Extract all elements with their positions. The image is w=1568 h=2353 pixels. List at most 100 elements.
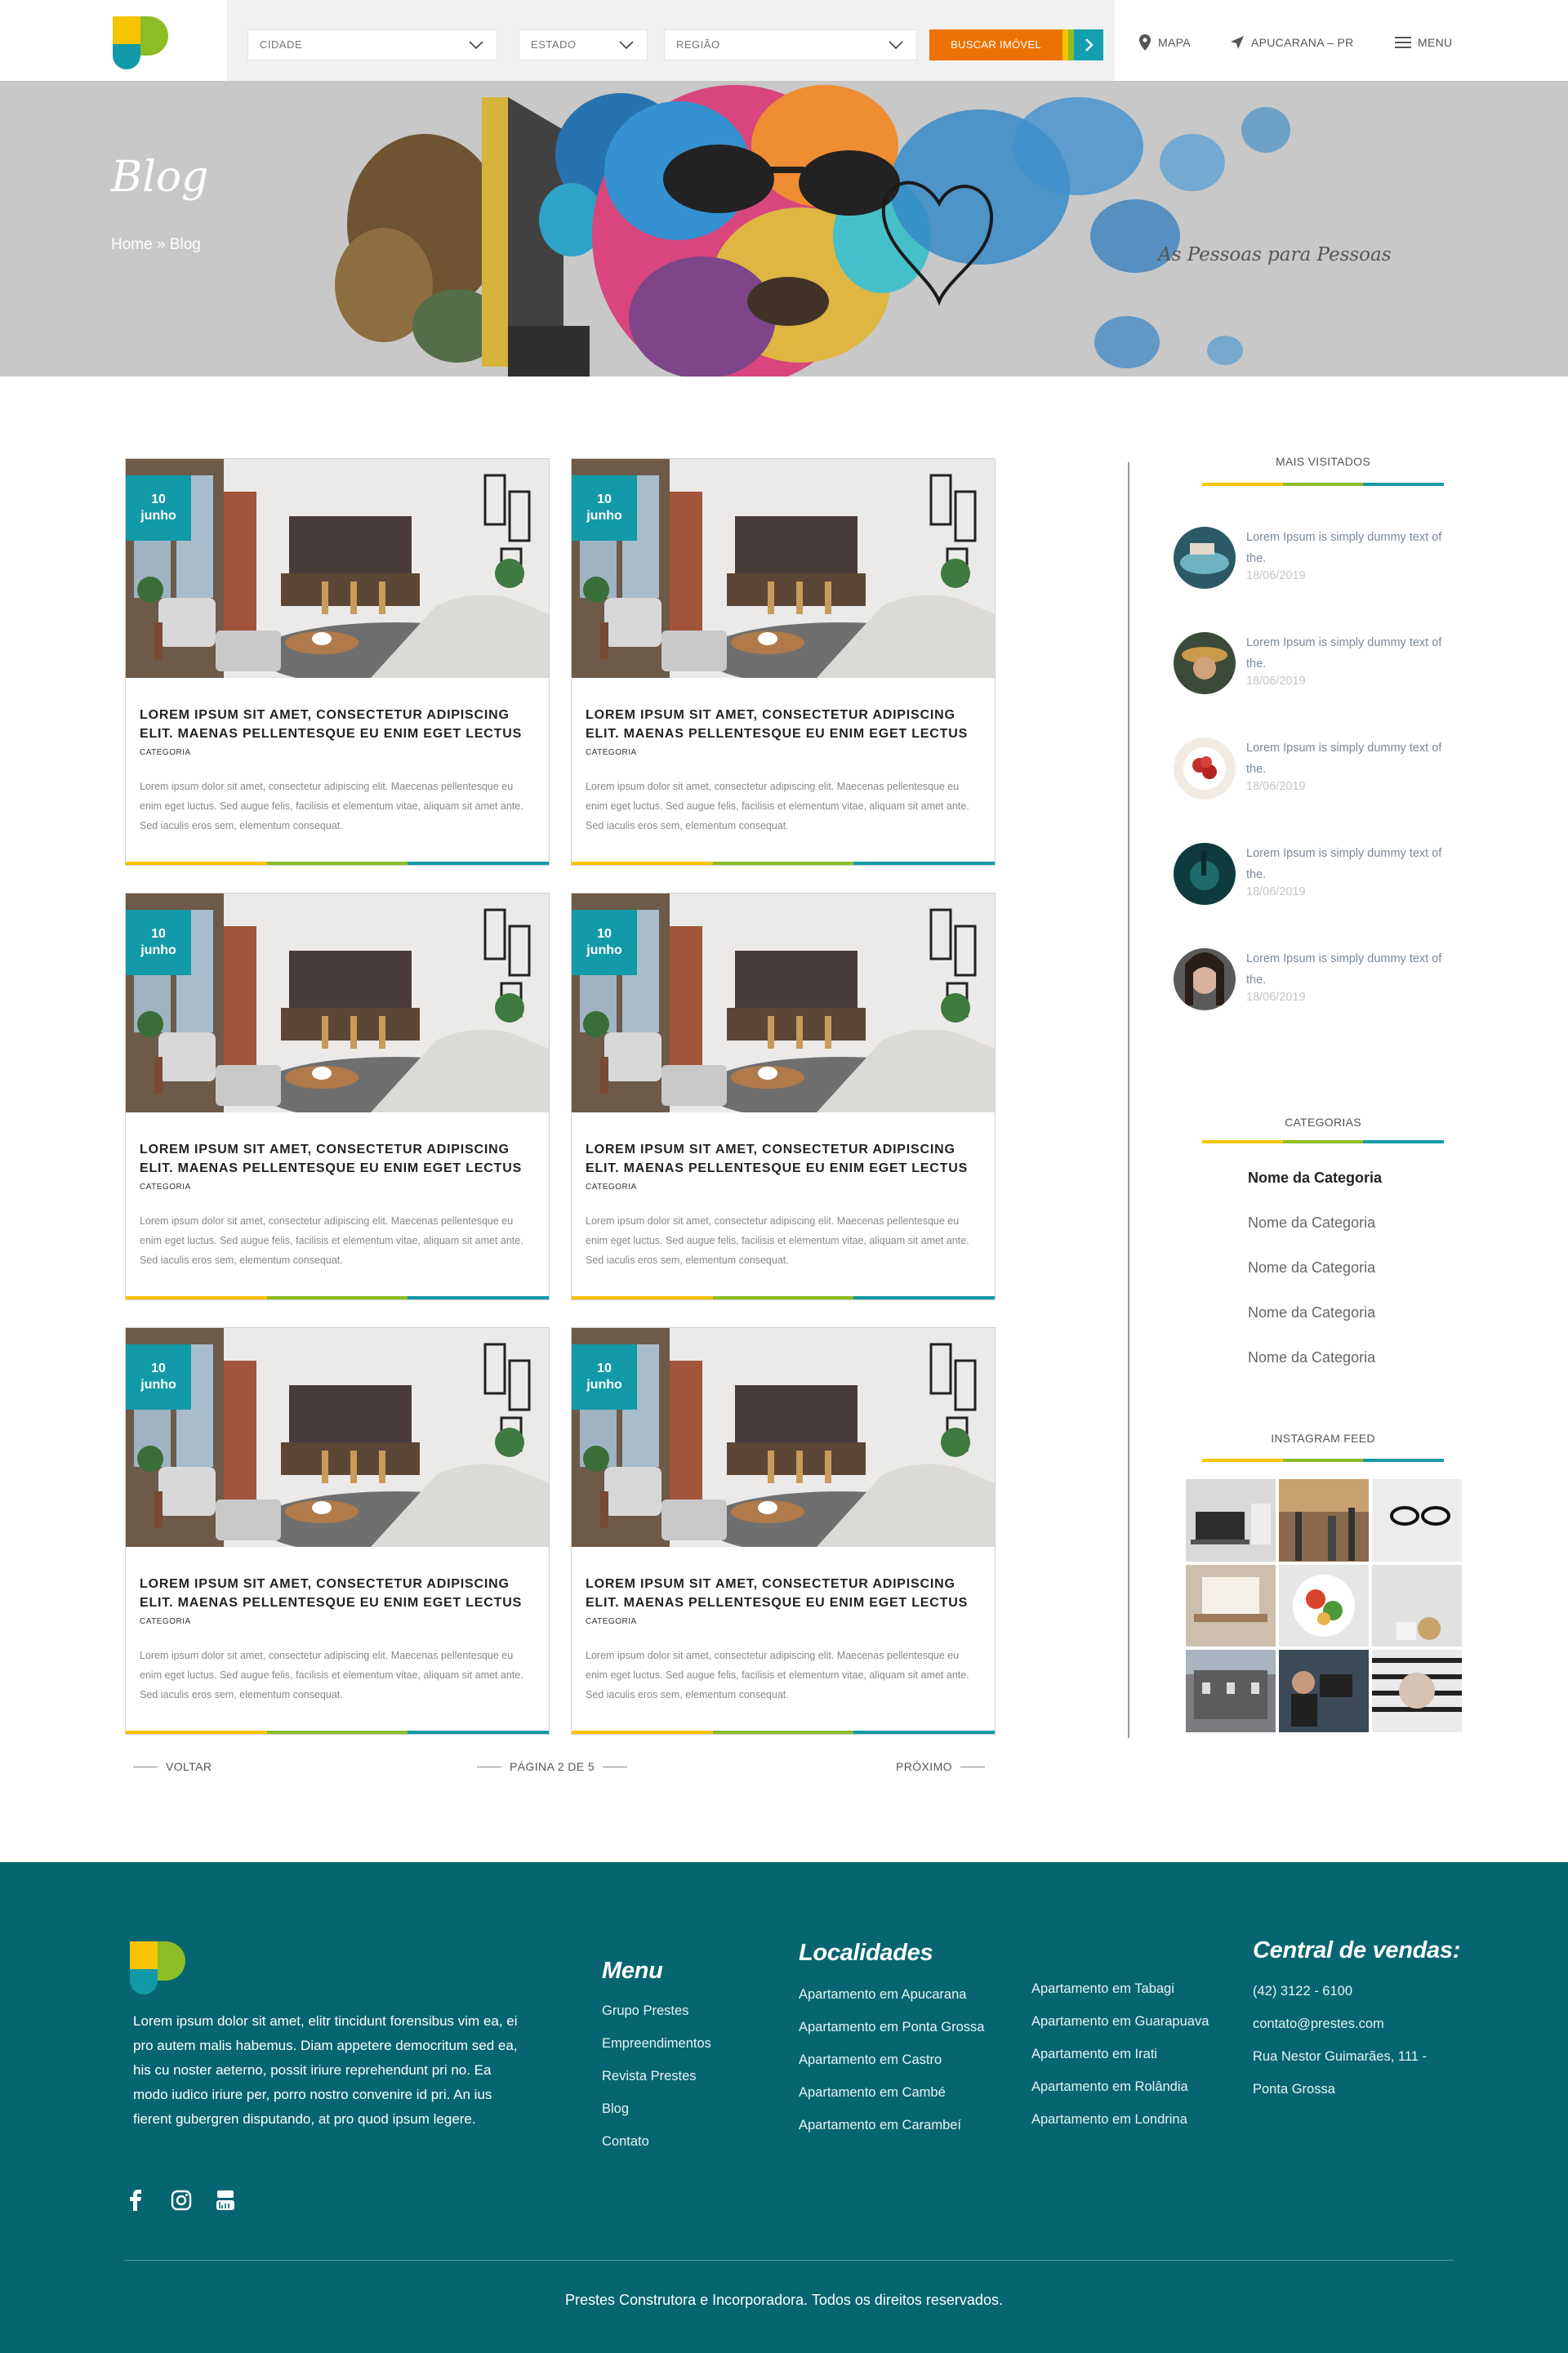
footer-localidade-link[interactable]: Apartamento em Cambé bbox=[799, 2076, 984, 2109]
chevron-down-icon bbox=[619, 41, 634, 50]
category-link[interactable]: Nome da Categoria bbox=[1248, 1349, 1375, 1366]
instagram-photo[interactable] bbox=[1186, 1564, 1276, 1647]
date-day: 10 bbox=[597, 1361, 612, 1375]
footer-menu-link[interactable]: Blog bbox=[602, 2092, 711, 2125]
blog-card[interactable]: 10 junho LOREM IPSUM SIT AMET, CONSECTET… bbox=[125, 893, 550, 1300]
youtube-icon[interactable] bbox=[214, 2189, 237, 2212]
footer-localidade-link[interactable]: Apartamento em Castro bbox=[799, 2043, 984, 2076]
popular-post[interactable]: Lorem Ipsum is simply dummy text of the.… bbox=[1174, 632, 1451, 701]
nav-mapa[interactable]: MAPA bbox=[1138, 33, 1191, 52]
popular-post-title[interactable]: Lorem Ipsum is simply dummy text of the. bbox=[1246, 632, 1442, 675]
nav-menu[interactable]: MENU bbox=[1395, 33, 1452, 52]
footer-localidade-link[interactable]: Apartamento em Rolândia bbox=[1031, 2070, 1209, 2103]
blog-card[interactable]: 10 junho LOREM IPSUM SIT AMET, CONSECTET… bbox=[571, 893, 996, 1300]
instagram-photo[interactable] bbox=[1372, 1479, 1462, 1562]
category-link[interactable]: Nome da Categoria bbox=[1248, 1304, 1375, 1321]
estado-select[interactable]: ESTADO bbox=[519, 29, 648, 60]
pagination-page-label: PÁGINA 2 DE 5 bbox=[510, 1760, 595, 1773]
cidade-select-label: CIDADE bbox=[260, 38, 303, 51]
card-category[interactable]: CATEGORIA bbox=[140, 1617, 191, 1626]
regiao-select[interactable]: REGIÃO bbox=[664, 29, 917, 60]
popular-post[interactable]: Lorem Ipsum is simply dummy text of the.… bbox=[1174, 738, 1451, 806]
date-month: junho bbox=[140, 1378, 176, 1392]
categories-heading-bar bbox=[1202, 1140, 1445, 1143]
footer-localidade-link[interactable]: Apartamento em Tabagi bbox=[1031, 1972, 1209, 2005]
date-badge: 10 junho bbox=[572, 910, 637, 975]
footer-menu-link[interactable]: Empreendimentos bbox=[602, 2027, 711, 2060]
sidebar-divider bbox=[1128, 462, 1129, 1738]
pagination-next[interactable]: PRÓXIMO bbox=[896, 1760, 985, 1773]
card-category[interactable]: CATEGORIA bbox=[140, 1183, 191, 1192]
instagram-heading: INSTAGRAM FEED bbox=[1271, 1432, 1375, 1445]
popular-post[interactable]: Lorem Ipsum is simply dummy text of the.… bbox=[1174, 843, 1451, 911]
footer-phone[interactable]: (42) 3122 - 6100 bbox=[1253, 1975, 1427, 2008]
popular-post-title[interactable]: Lorem Ipsum is simply dummy text of the. bbox=[1246, 527, 1442, 569]
footer-divider bbox=[124, 2260, 1454, 2261]
card-category[interactable]: CATEGORIA bbox=[140, 748, 191, 757]
breadcrumb[interactable]: Home » Blog bbox=[111, 236, 201, 254]
footer-description: Lorem ipsum dolor sit amet, elitr tincid… bbox=[133, 2013, 518, 2127]
popular-post-thumbnail[interactable] bbox=[1174, 948, 1236, 1010]
cidade-select[interactable]: CIDADE bbox=[247, 29, 497, 60]
popular-post-thumbnail[interactable] bbox=[1174, 632, 1236, 694]
footer-localidade-link[interactable]: Apartamento em Carambeí bbox=[799, 2109, 984, 2141]
card-title[interactable]: LOREM IPSUM SIT AMET, CONSECTETUR ADIPIS… bbox=[586, 706, 969, 743]
footer-localidade-link[interactable]: Apartamento em Apucarana bbox=[799, 1978, 984, 2011]
card-title[interactable]: LOREM IPSUM SIT AMET, CONSECTETUR ADIPIS… bbox=[140, 1575, 523, 1612]
instagram-photo[interactable] bbox=[1186, 1650, 1276, 1732]
card-category[interactable]: CATEGORIA bbox=[586, 748, 637, 757]
nav-city-selector[interactable]: APUCARANA – PR bbox=[1230, 33, 1354, 52]
popular-post-thumbnail[interactable] bbox=[1174, 527, 1236, 589]
footer-localidades-list-2: Apartamento em Tabagi Apartamento em Guar… bbox=[1031, 1972, 1209, 2136]
pagination-status: PÁGINA 2 DE 5 bbox=[477, 1760, 628, 1773]
instagram-photo[interactable] bbox=[1279, 1564, 1369, 1647]
footer-localidade-link[interactable]: Apartamento em Londrina bbox=[1031, 2103, 1209, 2136]
card-title[interactable]: LOREM IPSUM SIT AMET, CONSECTETUR ADIPIS… bbox=[140, 1140, 523, 1178]
card-category[interactable]: CATEGORIA bbox=[586, 1183, 637, 1192]
search-submit-button[interactable] bbox=[1062, 29, 1103, 60]
blog-card[interactable]: 10 junho LOREM IPSUM SIT AMET, CONSECTET… bbox=[125, 458, 550, 866]
popular-post[interactable]: Lorem Ipsum is simply dummy text of the.… bbox=[1174, 948, 1451, 1017]
instagram-photo[interactable] bbox=[1279, 1650, 1369, 1732]
instagram-photo[interactable] bbox=[1279, 1479, 1369, 1562]
instagram-icon[interactable] bbox=[170, 2189, 193, 2212]
popular-post-thumbnail[interactable] bbox=[1174, 738, 1236, 800]
category-link[interactable]: Nome da Categoria bbox=[1248, 1170, 1382, 1187]
card-title[interactable]: LOREM IPSUM SIT AMET, CONSECTETUR ADIPIS… bbox=[140, 706, 523, 743]
instagram-photo[interactable] bbox=[1186, 1479, 1276, 1562]
footer-menu-link[interactable]: Grupo Prestes bbox=[602, 1994, 711, 2027]
footer-contact: (42) 3122 - 6100 contato@prestes.com Rua… bbox=[1253, 1975, 1427, 2106]
footer-localidade-link[interactable]: Apartamento em Irati bbox=[1031, 2038, 1209, 2070]
card-title[interactable]: LOREM IPSUM SIT AMET, CONSECTETUR ADIPIS… bbox=[586, 1140, 969, 1178]
chevron-right-icon bbox=[1085, 38, 1094, 51]
popular-post-title[interactable]: Lorem Ipsum is simply dummy text of the. bbox=[1246, 738, 1442, 780]
blog-card[interactable]: 10 junho LOREM IPSUM SIT AMET, CONSECTET… bbox=[571, 1327, 996, 1735]
popular-post-title[interactable]: Lorem Ipsum is simply dummy text of the. bbox=[1246, 843, 1442, 885]
prestes-logo[interactable] bbox=[113, 16, 168, 70]
popular-post-title[interactable]: Lorem Ipsum is simply dummy text of the. bbox=[1246, 948, 1442, 991]
card-color-strip bbox=[572, 1296, 995, 1299]
date-day: 10 bbox=[597, 927, 612, 941]
popular-post-thumbnail[interactable] bbox=[1174, 843, 1236, 905]
footer-logo[interactable] bbox=[130, 1941, 185, 1995]
footer-localidade-link[interactable]: Apartamento em Ponta Grossa bbox=[799, 2011, 984, 2043]
instagram-photo[interactable] bbox=[1372, 1650, 1462, 1732]
card-category[interactable]: CATEGORIA bbox=[586, 1617, 637, 1626]
facebook-icon[interactable] bbox=[125, 2189, 148, 2212]
footer-menu-link[interactable]: Revista Prestes bbox=[602, 2060, 711, 2092]
card-title[interactable]: LOREM IPSUM SIT AMET, CONSECTETUR ADIPIS… bbox=[586, 1575, 969, 1612]
footer-menu-link[interactable]: Contato bbox=[602, 2125, 711, 2158]
popular-post-date: 18/06/2019 bbox=[1246, 885, 1306, 898]
footer-email[interactable]: contato@prestes.com bbox=[1253, 2008, 1427, 2040]
instagram-photo[interactable] bbox=[1372, 1564, 1462, 1647]
card-excerpt: Lorem ipsum dolor sit amet, consectetur … bbox=[586, 781, 969, 831]
blog-card[interactable]: 10 junho LOREM IPSUM SIT AMET, CONSECTET… bbox=[125, 1327, 550, 1735]
pagination-prev[interactable]: VOLTAR bbox=[133, 1760, 212, 1773]
buscar-imovel-button[interactable]: BUSCAR IMÓVEL bbox=[929, 29, 1062, 60]
blog-card[interactable]: 10 junho LOREM IPSUM SIT AMET, CONSECTET… bbox=[571, 458, 996, 866]
footer-localidade-link[interactable]: Apartamento em Guarapuava bbox=[1031, 2005, 1209, 2038]
popular-post[interactable]: Lorem Ipsum is simply dummy text of the.… bbox=[1174, 527, 1451, 595]
category-link[interactable]: Nome da Categoria bbox=[1248, 1259, 1375, 1277]
category-link[interactable]: Nome da Categoria bbox=[1248, 1214, 1375, 1232]
card-excerpt: Lorem ipsum dolor sit amet, consectetur … bbox=[586, 1650, 969, 1700]
